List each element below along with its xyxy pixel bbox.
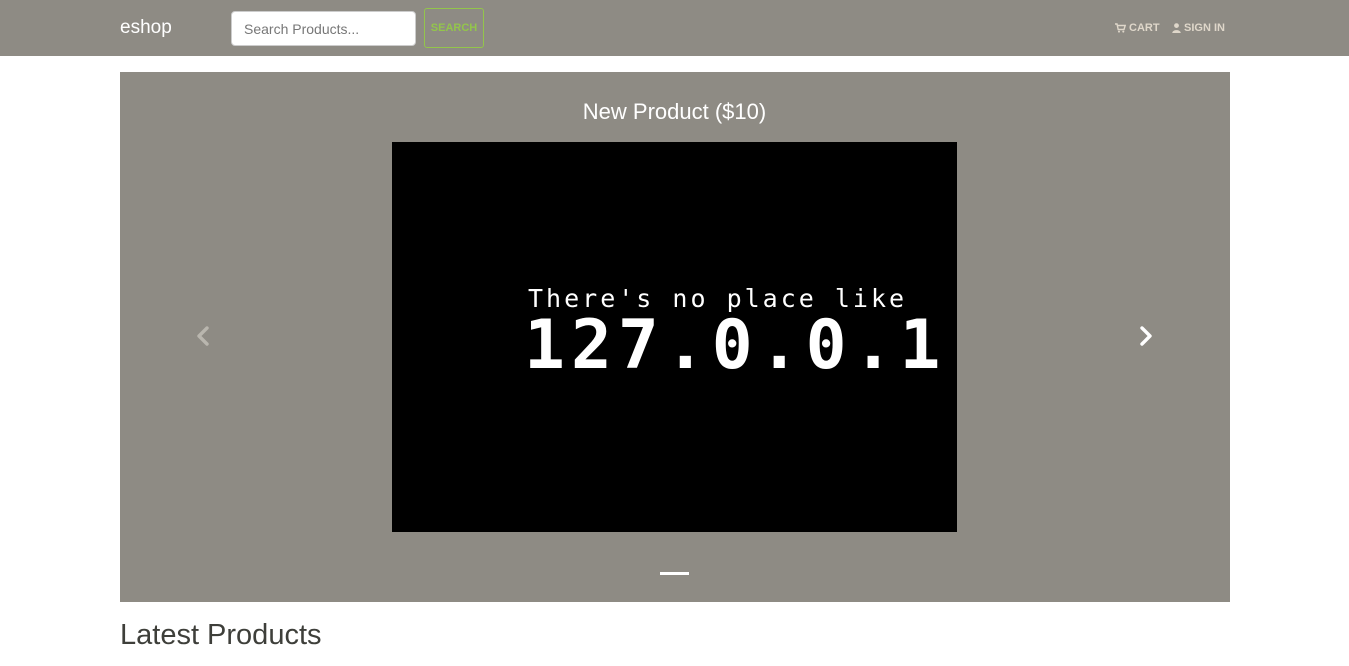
latest-products-heading: Latest Products	[120, 619, 322, 651]
top-navbar: eshop SEARCH CART SIGN IN	[0, 0, 1349, 56]
shopping-cart-icon	[1115, 23, 1126, 33]
user-icon	[1172, 23, 1181, 33]
search-button[interactable]: SEARCH	[424, 8, 484, 48]
cart-link-label: CART	[1129, 22, 1160, 34]
chevron-right-icon	[1139, 325, 1153, 351]
carousel-indicator-active[interactable]	[660, 572, 689, 575]
carousel-next-button[interactable]	[1126, 320, 1166, 356]
sign-in-link-label: SIGN IN	[1184, 22, 1225, 34]
sign-in-link[interactable]: SIGN IN	[1172, 20, 1225, 36]
carousel-slide-title[interactable]: New Product ($10)	[0, 98, 1349, 126]
image-caption-line-2: 127.0.0.1	[524, 306, 947, 385]
carousel-prev-button[interactable]	[183, 320, 223, 356]
carousel-product-image[interactable]: There's no place like 127.0.0.1	[392, 142, 957, 532]
chevron-left-icon	[196, 325, 210, 351]
brand-logo-link[interactable]: eshop	[120, 17, 172, 39]
cart-link[interactable]: CART	[1115, 20, 1160, 36]
search-input[interactable]	[231, 11, 416, 46]
